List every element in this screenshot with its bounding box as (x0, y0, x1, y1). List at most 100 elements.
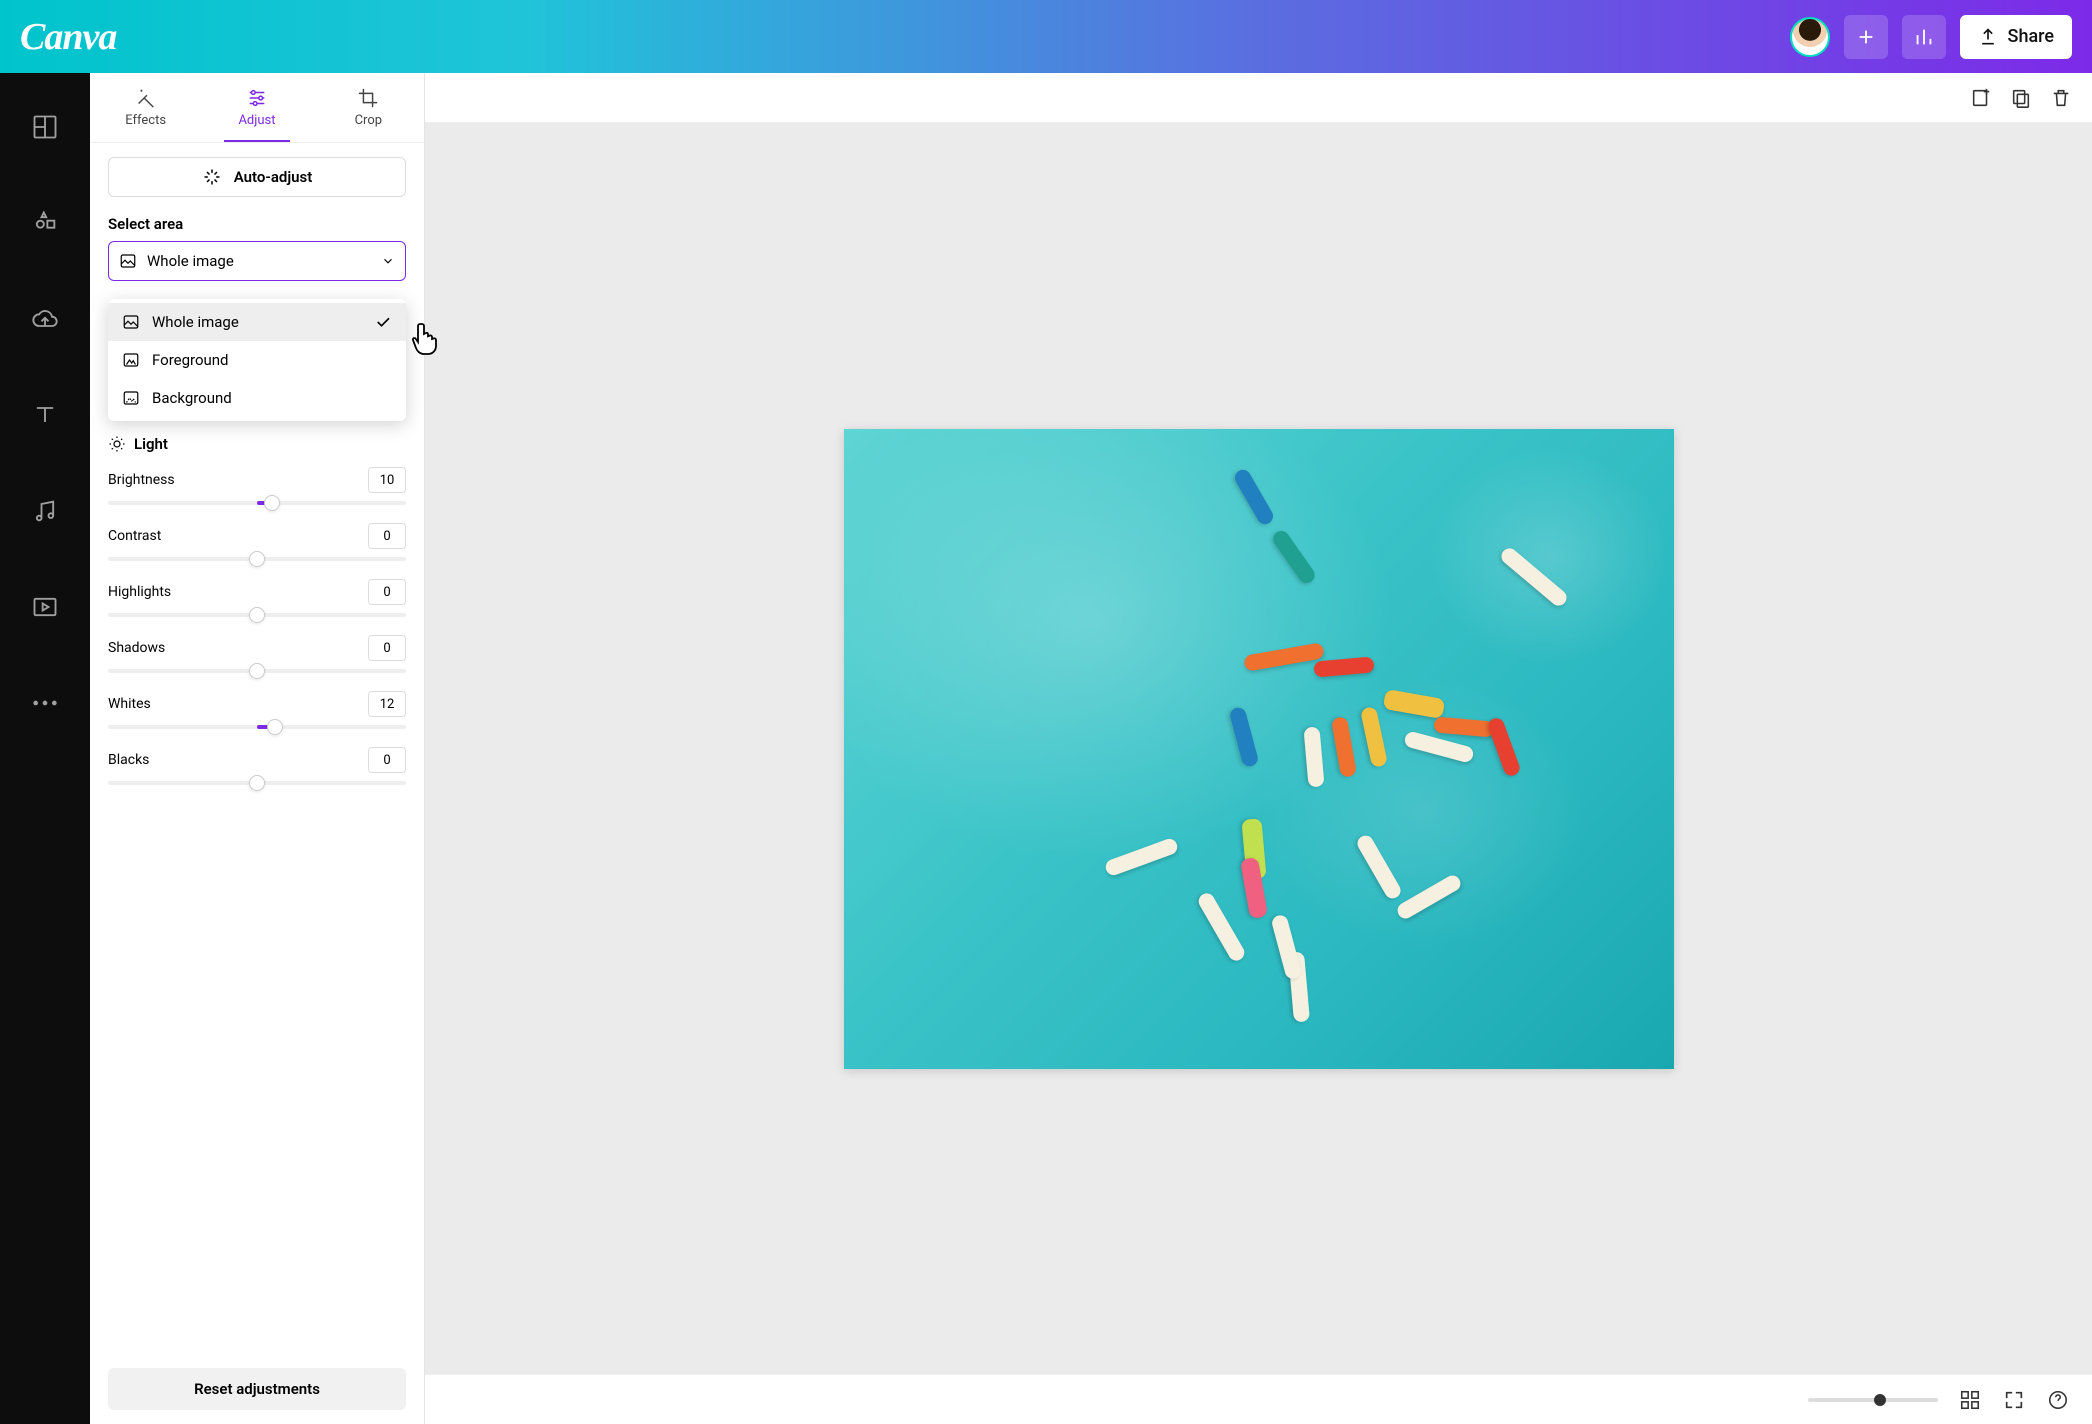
select-area-label: Select area (108, 215, 406, 233)
tab-crop[interactable]: Crop (313, 73, 424, 142)
brightness-row: Brightness 10 (108, 467, 406, 493)
surfboard (1433, 716, 1494, 737)
analytics-button[interactable] (1902, 15, 1946, 59)
sparkle-icon (202, 167, 222, 187)
slider-thumb[interactable] (249, 551, 265, 567)
rail-templates[interactable] (25, 107, 65, 147)
canvas-area[interactable] (425, 123, 2092, 1374)
shadows-row: Shadows 0 (108, 635, 406, 661)
foreground-icon (122, 351, 140, 369)
canva-logo[interactable]: Canva (20, 15, 116, 59)
side-rail (0, 73, 90, 1424)
tab-adjust[interactable]: Adjust (201, 73, 312, 142)
slider-thumb[interactable] (267, 719, 283, 735)
slider-thumb[interactable] (264, 495, 280, 511)
reset-adjustments-button[interactable]: Reset adjustments (108, 1368, 406, 1410)
background-icon (122, 389, 140, 407)
tab-effects[interactable]: Effects (90, 73, 201, 142)
tab-effects-label: Effects (125, 113, 166, 128)
crop-icon (357, 87, 379, 109)
avatar[interactable] (1790, 17, 1830, 57)
panel-footer: Reset adjustments (90, 1354, 424, 1424)
surfboard (1270, 913, 1302, 980)
slider-thumb[interactable] (249, 663, 265, 679)
menu-label: Background (152, 389, 232, 407)
duplicate-page-button[interactable] (2008, 85, 2034, 111)
whites-label: Whites (108, 696, 151, 712)
slider-thumb[interactable] (249, 607, 265, 623)
surfboard (1486, 716, 1522, 778)
chevron-down-icon (381, 254, 395, 268)
brightness-label: Brightness (108, 472, 175, 488)
rail-more[interactable] (25, 683, 65, 723)
adjust-panel: Effects Adjust Crop Auto-adjust Select a… (90, 73, 425, 1424)
blacks-slider[interactable] (108, 781, 406, 785)
rail-elements[interactable] (25, 203, 65, 243)
slider-thumb[interactable] (249, 775, 265, 791)
surfboard (1394, 872, 1463, 921)
upload-icon (1978, 27, 1998, 47)
brightness-value[interactable]: 10 (368, 467, 406, 493)
surfboard (1330, 716, 1356, 778)
artboard-image[interactable] (844, 429, 1674, 1069)
canvas-toolbar (425, 73, 2092, 123)
header-right: Share (1790, 15, 2072, 59)
tab-adjust-label: Adjust (238, 113, 275, 128)
contrast-row: Contrast 0 (108, 523, 406, 549)
menu-item-foreground[interactable]: Foreground (108, 341, 406, 379)
adjust-icon (246, 87, 268, 109)
delete-page-button[interactable] (2048, 85, 2074, 111)
surfboard (1103, 836, 1179, 877)
shadows-slider[interactable] (108, 669, 406, 673)
share-button[interactable]: Share (1960, 15, 2072, 59)
add-member-button[interactable] (1844, 15, 1888, 59)
canvas-wrap (425, 73, 2092, 1424)
app-header: Canva Share (0, 0, 2092, 73)
brightness-slider[interactable] (108, 501, 406, 505)
panel-tabs: Effects Adjust Crop (90, 73, 424, 143)
bottom-bar (425, 1374, 2092, 1424)
menu-label: Whole image (152, 313, 239, 331)
tab-crop-label: Crop (355, 113, 382, 128)
menu-label: Foreground (152, 351, 229, 369)
image-icon (122, 313, 140, 331)
rail-text[interactable] (25, 395, 65, 435)
blacks-value[interactable]: 0 (368, 747, 406, 773)
highlights-value[interactable]: 0 (368, 579, 406, 605)
rail-uploads[interactable] (25, 299, 65, 339)
surfboard (1195, 890, 1246, 963)
grid-view-button[interactable] (1958, 1388, 1982, 1412)
whites-slider[interactable] (108, 725, 406, 729)
surfboard (1382, 688, 1445, 718)
rail-audio[interactable] (25, 491, 65, 531)
contrast-slider[interactable] (108, 557, 406, 561)
help-button[interactable] (2046, 1388, 2070, 1412)
whites-row: Whites 12 (108, 691, 406, 717)
highlights-slider[interactable] (108, 613, 406, 617)
auto-adjust-button[interactable]: Auto-adjust (108, 157, 406, 197)
blacks-row: Blacks 0 (108, 747, 406, 773)
zoom-slider[interactable] (1808, 1398, 1938, 1402)
whites-value[interactable]: 12 (368, 691, 406, 717)
add-page-button[interactable] (1968, 85, 1994, 111)
select-area-dropdown[interactable]: Whole image (108, 241, 406, 281)
surfboard (1232, 467, 1276, 527)
surfboard (1359, 705, 1387, 767)
select-area-value: Whole image (147, 252, 371, 270)
highlights-row: Highlights 0 (108, 579, 406, 605)
sun-icon (108, 435, 126, 453)
slider-thumb[interactable] (1874, 1394, 1886, 1406)
select-area-menu: Whole image Foreground Background (108, 299, 406, 421)
shadows-value[interactable]: 0 (368, 635, 406, 661)
surfboard (1313, 656, 1374, 677)
rail-videos[interactable] (25, 587, 65, 627)
contrast-label: Contrast (108, 528, 161, 544)
fullscreen-button[interactable] (2002, 1388, 2026, 1412)
menu-item-background[interactable]: Background (108, 379, 406, 417)
menu-item-whole-image[interactable]: Whole image (108, 303, 406, 341)
share-label: Share (2008, 26, 2054, 47)
check-icon (374, 313, 392, 331)
effects-icon (135, 87, 157, 109)
surfboard (1228, 705, 1259, 767)
contrast-value[interactable]: 0 (368, 523, 406, 549)
